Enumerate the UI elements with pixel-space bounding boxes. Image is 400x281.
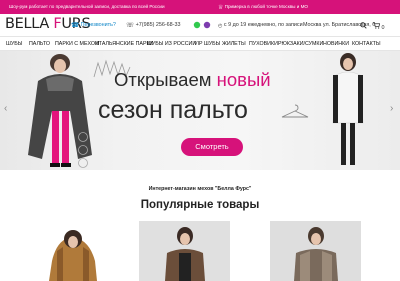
viber-icon[interactable] [203,21,211,29]
phone-number[interactable]: ☏ +7(985) 256-68-33 [126,22,180,29]
messenger-icons [193,21,212,31]
nav-item-shuby[interactable]: ШУБЫ [6,41,22,47]
product-image [270,221,361,281]
product-card[interactable] [27,221,118,281]
hero-cta-button[interactable]: Смотреть [181,138,243,156]
hero-headline-line2: сезон пальто [98,96,248,124]
top-announcement-bar: Шоу-рум работает по предварительной запи… [0,0,400,14]
hero-headline: Открываем новый [114,69,271,90]
nav-item-ryukzaki-sumki[interactable]: РЮКЗАКИ/СУМКИ [278,41,323,47]
search-icon [360,22,367,29]
cart-count: 0 [381,25,385,31]
nav-item-shuby-iz-rossii[interactable]: ШУБЫ ИЗ РОССИИ [147,41,196,47]
hero-model-right-image [332,53,364,165]
whatsapp-icon[interactable] [193,21,201,29]
phone-icon: ☏ [126,22,135,29]
announcement-right: ♕ Примерка в любой точке Москвы и МО [218,4,308,11]
nav-item-italyanskie-parki[interactable]: ИТАЛЬЯНСКИЕ ПАРКИ [95,41,153,47]
cart-icon [373,22,381,29]
product-image [139,221,230,281]
slider-dots [182,163,222,170]
clock-icon: ◴ [218,23,223,29]
search-button[interactable] [360,22,367,31]
phone-icon: ☎ [71,22,80,29]
store-subtitle: Интернет-магазин мехов "Белла Фурс" [148,186,252,192]
messenger-icons-svg [193,21,211,29]
announcement-left: Шоу-рум работает по предварительной запи… [9,4,165,9]
product-card[interactable] [270,221,361,281]
hero-banner: ‹ › Открываем новый сезон пальто Смотрет… [0,51,400,170]
nav-item-vip-shuby[interactable]: VIP ШУБЫ [194,41,220,47]
product-card[interactable] [139,221,230,281]
nav-item-pukhoviki[interactable]: ПУХОВИКИ [249,41,278,47]
cart-button[interactable]: 0 [373,22,385,31]
product-image [27,221,118,281]
nav-item-kontakty[interactable]: КОНТАКТЫ [352,41,381,47]
slider-next-button[interactable]: › [390,103,393,114]
popular-products-title: Популярные товары [140,199,260,211]
working-hours: ◴ с 9 до 19 ежедневно, по записи [218,22,303,29]
nav-item-palto[interactable]: ПАЛЬТО [29,41,50,47]
nav-item-zhilety[interactable]: ЖИЛЕТЫ [222,41,246,47]
hanger-icon [281,104,309,118]
decor-buttons-icon [78,132,88,168]
slider-prev-button[interactable]: ‹ [4,103,7,114]
callback-link[interactable]: ☎ Перезвонить? [71,22,116,29]
fur-icon: ♕ [218,5,224,11]
nav-item-novinki[interactable]: НОВИНКИ [323,41,349,47]
nav-item-parki-s-mekhom[interactable]: ПАРКИ С МЕХОМ [55,41,99,47]
site-header: BELLA FURS ☎ Перезвонить? ☏ +7(985) 256-… [0,14,400,36]
main-navigation: ШУБЫ ПАЛЬТО ПАРКИ С МЕХОМ ИТАЛЬЯНСКИЕ ПА… [0,36,400,51]
